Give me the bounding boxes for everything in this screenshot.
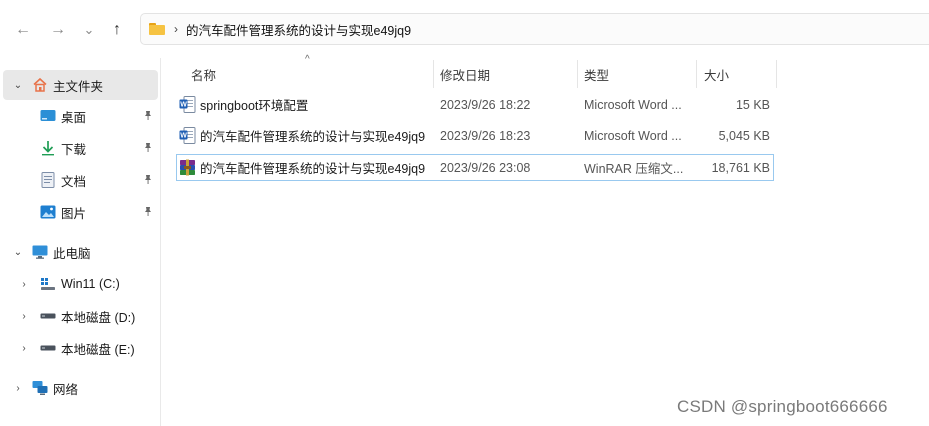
file-modified: 2023/9/26 18:22 — [440, 97, 531, 112]
pin-icon[interactable] — [143, 206, 153, 219]
sidebar-item-network[interactable]: › 网络 — [0, 373, 158, 403]
svg-text:W: W — [180, 102, 187, 109]
chevron-right-icon[interactable]: › — [19, 311, 29, 322]
file-type: Microsoft Word ... — [584, 128, 682, 143]
file-row-selected[interactable]: 的汽车配件管理系统的设计与实现e49jq9 2023/9/26 23:08 Wi… — [176, 154, 774, 181]
column-header-name[interactable]: 名称 — [191, 60, 431, 88]
file-size: 15 KB — [735, 97, 770, 112]
word-doc-icon: W — [179, 96, 196, 113]
chevron-down-icon[interactable]: ⌄ — [13, 80, 23, 91]
sidebar-item-documents[interactable]: 文档 — [0, 165, 158, 195]
word-doc-icon: W — [179, 127, 196, 144]
pin-icon[interactable] — [143, 110, 153, 123]
sidebar-item-drive-c[interactable]: › Win11 (C:) — [0, 269, 158, 299]
picture-icon — [40, 204, 56, 220]
watermark: CSDN @springboot666666 — [677, 397, 888, 416]
recent-locations-button[interactable]: ⌄ — [75, 16, 103, 44]
back-button[interactable]: ← — [9, 16, 37, 44]
sidebar-item-home[interactable]: ⌄ 主文件夹 — [3, 70, 158, 100]
windows-drive-icon — [40, 276, 56, 292]
column-header-label: 类型 — [584, 68, 610, 83]
sidebar-item-label: 本地磁盘 (D:) — [61, 310, 136, 325]
forward-button[interactable]: → — [44, 16, 72, 44]
file-name: springboot环境配置 — [200, 99, 309, 113]
sidebar-item-label: 主文件夹 — [53, 79, 104, 94]
breadcrumb-current-folder[interactable]: 的汽车配件管理系统的设计与实现e49jq9 — [186, 20, 411, 39]
file-name: 的汽车配件管理系统的设计与实现e49jq9 — [200, 162, 426, 176]
file-modified: 2023/9/26 23:08 — [440, 160, 531, 175]
sidebar-item-this-pc[interactable]: ⌄ 此电脑 — [0, 237, 158, 267]
column-header-modified[interactable]: 修改日期 — [440, 60, 570, 88]
chevron-right-icon[interactable]: › — [13, 383, 23, 394]
sidebar-item-pictures[interactable]: 图片 — [0, 197, 158, 227]
sidebar-item-label: Win11 (C:) — [61, 277, 120, 291]
file-list-view: ^ 名称 修改日期 类型 大小 W springboot环境配置 2023/9/… — [161, 54, 929, 426]
network-icon — [32, 380, 48, 396]
arrow-up-icon: ↑ — [113, 21, 121, 38]
address-bar[interactable]: › 的汽车配件管理系统的设计与实现e49jq9 — [140, 13, 929, 45]
sidebar-item-label: 桌面 — [61, 110, 87, 125]
column-header-label: 名称 — [191, 68, 217, 83]
sidebar-item-label: 本地磁盘 (E:) — [61, 342, 135, 357]
up-button[interactable]: ↑ — [103, 16, 131, 44]
chevron-right-icon[interactable]: › — [19, 279, 29, 290]
column-divider[interactable] — [433, 60, 434, 88]
computer-icon — [32, 244, 48, 260]
navigation-pane: ⌄ 主文件夹 桌面 下载 文档 图片 ⌄ 此电脑 › Win11 (C:) › … — [0, 58, 161, 426]
column-header-label: 大小 — [704, 68, 730, 83]
file-size: 5,045 KB — [718, 128, 770, 143]
home-icon — [32, 77, 48, 93]
column-header-type[interactable]: 类型 — [584, 60, 694, 88]
sidebar-item-label: 下载 — [61, 142, 87, 157]
file-type: Microsoft Word ... — [584, 97, 682, 112]
drive-icon — [40, 308, 56, 324]
arrow-left-icon: ← — [15, 21, 31, 38]
pin-icon[interactable] — [143, 174, 153, 187]
svg-text:W: W — [180, 133, 187, 140]
file-type: WinRAR 压缩文... — [584, 162, 684, 176]
breadcrumb-chevron-icon: › — [174, 22, 178, 36]
column-divider[interactable] — [776, 60, 777, 88]
file-modified: 2023/9/26 18:23 — [440, 128, 531, 143]
desktop-icon — [40, 108, 56, 124]
column-header-size[interactable]: 大小 — [704, 60, 774, 88]
winrar-archive-icon — [179, 159, 196, 176]
pin-icon[interactable] — [143, 142, 153, 155]
column-divider[interactable] — [696, 60, 697, 88]
file-row[interactable]: W springboot环境配置 2023/9/26 18:22 Microso… — [176, 91, 774, 118]
column-divider[interactable] — [577, 60, 578, 88]
chevron-down-icon[interactable]: ⌄ — [13, 247, 23, 258]
document-icon — [40, 172, 56, 188]
sidebar-item-drive-e[interactable]: › 本地磁盘 (E:) — [0, 333, 158, 363]
sidebar-item-label: 网络 — [53, 382, 79, 397]
arrow-right-icon: → — [50, 21, 66, 38]
sidebar-item-label: 此电脑 — [53, 246, 91, 261]
chevron-right-icon[interactable]: › — [19, 343, 29, 354]
sidebar-item-desktop[interactable]: 桌面 — [0, 101, 158, 131]
folder-icon — [149, 23, 165, 35]
navigation-bar: ← → ⌄ ↑ › 的汽车配件管理系统的设计与实现e49jq9 — [0, 0, 929, 58]
file-name: 的汽车配件管理系统的设计与实现e49jq9 — [200, 130, 426, 144]
drive-icon — [40, 340, 56, 356]
file-row[interactable]: W 的汽车配件管理系统的设计与实现e49jq9 2023/9/26 18:23 … — [176, 122, 774, 149]
sidebar-item-label: 图片 — [61, 206, 87, 221]
sidebar-item-drive-d[interactable]: › 本地磁盘 (D:) — [0, 301, 158, 331]
sidebar-item-downloads[interactable]: 下载 — [0, 133, 158, 163]
chevron-down-icon: ⌄ — [83, 22, 95, 37]
sidebar-item-label: 文档 — [61, 174, 87, 189]
file-size: 18,761 KB — [711, 160, 770, 175]
column-header-label: 修改日期 — [440, 68, 491, 83]
download-icon — [40, 140, 56, 156]
